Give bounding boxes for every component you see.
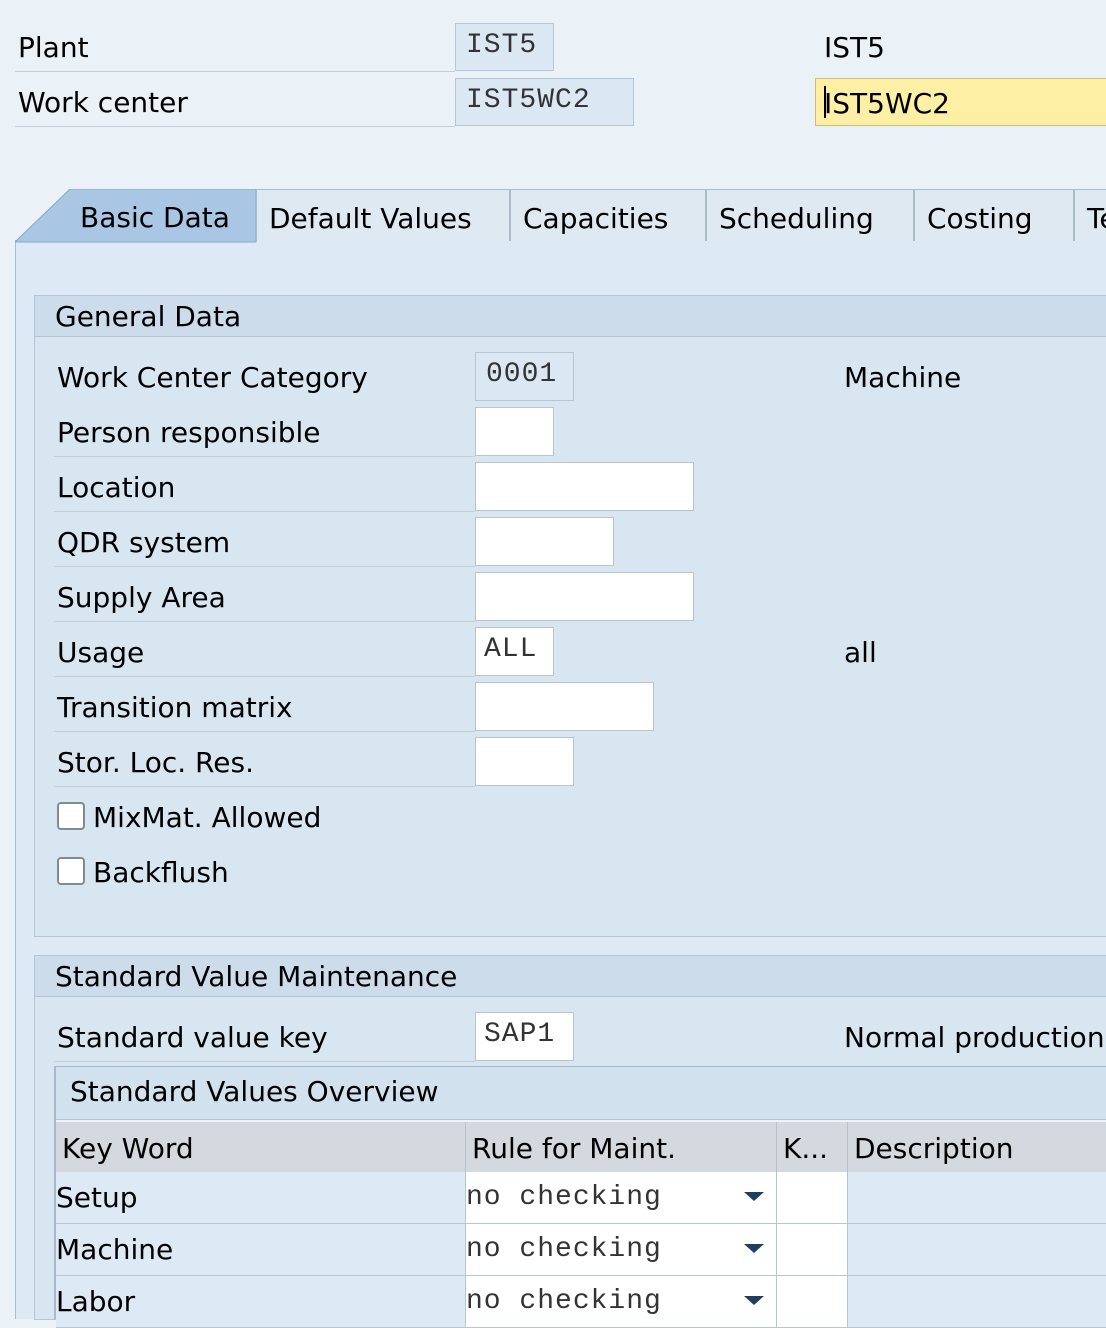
usage-description: all: [844, 636, 877, 669]
qdr-system-field[interactable]: [475, 517, 614, 566]
plant-underline: [15, 71, 455, 72]
plant-field[interactable]: IST5: [455, 23, 554, 71]
location-field[interactable]: [475, 462, 694, 511]
description-cell: [848, 1276, 1106, 1328]
work-center-description-field[interactable]: IST5WC2: [815, 78, 1106, 126]
description-cell: [848, 1172, 1106, 1224]
standard-value-header: Standard Value Maintenance: [35, 956, 1106, 997]
tab-capacities[interactable]: Capacities: [510, 189, 706, 241]
standard-value-key-underline: [54, 1061, 475, 1062]
key-word-cell: Machine: [56, 1233, 174, 1266]
tab-scheduling[interactable]: Scheduling: [706, 189, 914, 241]
work-center-underline: [15, 126, 455, 127]
stor-loc-res-underline: [54, 786, 475, 787]
standard-values-overview-title: Standard Values Overview: [70, 1075, 439, 1108]
transition-matrix-underline: [54, 731, 475, 732]
qdr-system-underline: [54, 566, 475, 567]
dropdown-arrow-icon[interactable]: [744, 1244, 764, 1253]
backflush-label: Backflush: [93, 856, 229, 889]
standard-value-key-field[interactable]: SAP1: [475, 1012, 574, 1061]
usage-field[interactable]: ALL: [475, 627, 554, 676]
stor-loc-res-label: Stor. Loc. Res.: [57, 746, 254, 779]
person-responsible-underline: [54, 456, 475, 457]
column-header-key-word[interactable]: Key Word: [56, 1122, 466, 1172]
dropdown-arrow-icon[interactable]: [744, 1192, 764, 1201]
key-word-cell: Labor: [56, 1285, 136, 1318]
rule-value: no checking: [466, 1286, 662, 1317]
k-cell[interactable]: [777, 1224, 848, 1276]
key-word-cell: Setup: [56, 1181, 138, 1214]
table-row[interactable]: Setup: [56, 1172, 466, 1224]
rule-dropdown[interactable]: no checking: [466, 1172, 777, 1224]
supply-area-label: Supply Area: [57, 581, 226, 614]
standard-value-title: Standard Value Maintenance: [55, 960, 458, 993]
work-center-category-description: Machine: [844, 361, 962, 394]
plant-description: IST5: [824, 31, 885, 64]
general-data-header: General Data: [35, 296, 1106, 337]
tab-costing[interactable]: Costing: [914, 189, 1074, 241]
text-cursor: [824, 86, 826, 118]
mixmat-allowed-label: MixMat. Allowed: [93, 801, 322, 834]
rule-value: no checking: [466, 1234, 662, 1265]
work-center-category-label: Work Center Category: [57, 361, 368, 394]
column-header-rule-for-maint[interactable]: Rule for Maint.: [466, 1122, 777, 1172]
person-responsible-label: Person responsible: [57, 416, 321, 449]
location-label: Location: [57, 471, 176, 504]
tab-truncated[interactable]: Te: [1074, 189, 1106, 241]
person-responsible-field[interactable]: [475, 407, 554, 456]
location-underline: [54, 511, 475, 512]
rule-dropdown[interactable]: no checking: [466, 1276, 777, 1328]
usage-label: Usage: [57, 636, 145, 669]
plant-label: Plant: [18, 31, 89, 64]
rule-dropdown[interactable]: no checking: [466, 1224, 777, 1276]
tab-default-values[interactable]: Default Values: [256, 189, 510, 241]
standard-values-overview-header: Standard Values Overview: [56, 1067, 1106, 1120]
work-center-field[interactable]: IST5WC2: [455, 78, 634, 126]
dropdown-arrow-icon[interactable]: [744, 1296, 764, 1305]
transition-matrix-field[interactable]: [475, 682, 654, 731]
general-data-title: General Data: [55, 300, 242, 333]
table-row[interactable]: Machine: [56, 1224, 466, 1276]
usage-underline: [54, 676, 475, 677]
description-cell: [848, 1224, 1106, 1276]
table-row[interactable]: Labor: [56, 1276, 466, 1328]
column-header-k[interactable]: K...: [777, 1122, 848, 1172]
column-header-description[interactable]: Description: [848, 1122, 1106, 1172]
k-cell[interactable]: [777, 1276, 848, 1328]
tab-basic-data[interactable]: Basic Data: [80, 201, 230, 234]
stor-loc-res-field[interactable]: [475, 737, 574, 786]
standard-value-key-description: Normal production: [844, 1021, 1105, 1054]
transition-matrix-label: Transition matrix: [57, 691, 293, 724]
k-cell[interactable]: [777, 1172, 848, 1224]
supply-area-field[interactable]: [475, 572, 694, 621]
qdr-system-label: QDR system: [57, 526, 231, 559]
mixmat-allowed-checkbox[interactable]: [57, 802, 85, 830]
standard-value-key-label: Standard value key: [57, 1021, 328, 1054]
rule-value: no checking: [466, 1182, 662, 1213]
backflush-checkbox[interactable]: [57, 857, 85, 885]
work-center-label: Work center: [18, 86, 188, 119]
work-center-category-field[interactable]: 0001: [475, 352, 574, 401]
supply-area-underline: [54, 621, 475, 622]
